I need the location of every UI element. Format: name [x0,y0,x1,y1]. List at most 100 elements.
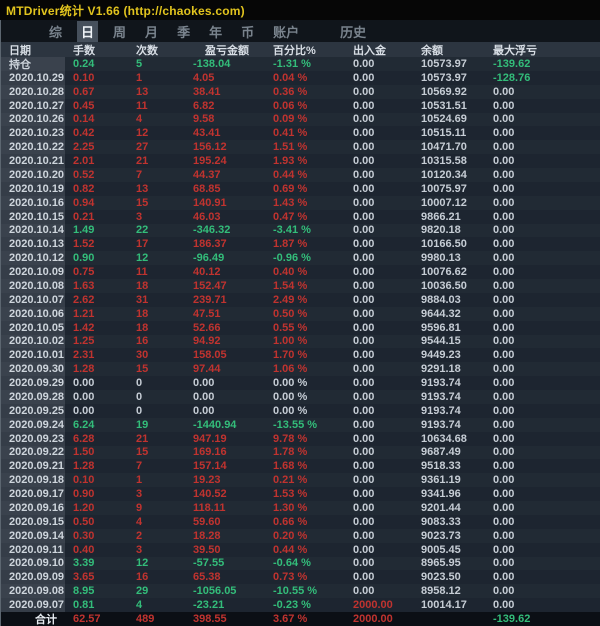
cell-balance: 9083.33 [421,515,461,528]
cell-trades: 12 [136,252,149,265]
table-row[interactable]: 2020.09.17 0.90 3 140.52 1.53 % 0.00 9341.96 0.… [1,487,600,501]
tab-nian[interactable]: 年 [205,21,226,42]
tab-zhou[interactable]: 周 [109,21,130,42]
table-row[interactable]: 2020.10.20 0.52 7 44.37 0.44 % 0.00 10120.34 0.… [1,168,600,182]
cell-cash: 0.00 [353,224,375,237]
tab-bi[interactable]: 币 [237,21,258,42]
table-row[interactable]: 2020.10.29 0.10 1 4.05 0.04 % 0.00 10573.97 -12… [1,70,600,85]
cell-trades: 19 [136,418,149,431]
cell-cash: 0.00 [353,307,375,320]
cell-pct: 2.49 % [273,293,308,306]
cell-trades: 3 [136,543,143,556]
table-row[interactable]: 持仓 0.24 5 -138.04 -1.31 % 0.00 10573.97 -139.62 [1,57,600,71]
cell-pnl: 398.55 [193,612,227,625]
table-row[interactable]: 2020.09.07 0.81 4 -23.21 -0.23 % 2000.00 10014… [1,598,600,612]
tab-lishi[interactable]: 历史 [336,21,370,42]
cell-date: 2020.09.09 [1,570,65,585]
cell-balance: 10569.92 [421,85,467,98]
table-row[interactable]: 2020.10.16 0.94 15 140.91 1.43 % 0.00 10007.12… [1,195,600,210]
column-header-6: 余额 [421,44,443,57]
table-row[interactable]: 2020.09.10 3.39 12 -57.55 -0.64 % 0.00 8965.95… [1,556,600,571]
cell-pnl: 40.12 [193,266,221,279]
tab-zong[interactable]: 综 [45,21,66,42]
table-row[interactable]: 2020.09.14 0.30 2 18.28 0.20 % 0.00 9023.73 0.0… [1,528,600,543]
cell-balance: 10573.97 [421,57,467,70]
table-row[interactable]: 2020.10.09 0.75 11 40.12 0.40 % 0.00 10076.62 0… [1,265,600,279]
tab-bar: 综日周月季年币账户 历史 [0,20,600,42]
table-row[interactable]: 2020.09.21 1.28 7 157.14 1.68 % 0.00 9518.33 0.… [1,459,600,474]
cell-lots: 2.25 [73,141,95,154]
table-row[interactable]: 2020.09.28 0.00 0 0.00 0.00 % 0.00 9193.74 0.00 [1,390,600,404]
cell-trades: 17 [136,238,149,251]
table-row[interactable]: 2020.10.28 0.67 13 38.41 0.36 % 0.00 10569.92 0… [1,84,600,99]
table-row[interactable]: 2020.10.14 1.49 22 -346.32 -3.41 % 0.00 9820.1… [1,223,600,238]
cell-balance: 10515.11 [421,127,467,140]
table-row[interactable]: 2020.10.08 1.63 18 152.47 1.54 % 0.00 10036.50… [1,279,600,293]
table-row[interactable]: 2020.10.26 0.14 4 9.58 0.09 % 0.00 10524.69 0.0… [1,112,600,127]
table-row[interactable]: 2020.09.24 6.24 19 -1440.94 -13.55 % 0.00 9193… [1,417,600,432]
cell-pnl: 152.47 [193,279,227,292]
column-header-2: 次数 [136,44,158,57]
column-header-1: 手数 [73,44,95,57]
cell-pct: 0.00 % [273,404,308,417]
cell-pct: 0.50 % [273,307,308,320]
table-row[interactable]: 2020.10.21 2.01 21 195.24 1.93 % 0.00 10315.58… [1,154,600,168]
table-row[interactable]: 2020.10.13 1.52 17 186.37 1.87 % 0.00 10166.50… [1,237,600,252]
cell-lots: 1.28 [73,363,95,376]
cell-pnl: 118.11 [193,501,226,514]
tab-yue[interactable]: 月 [141,21,162,42]
tab-zhanghu[interactable]: 账户 [269,21,303,42]
cell-balance: 10007.12 [421,196,467,209]
cell-lots: 1.20 [73,501,95,514]
cell-maxdd: 0.00 [493,404,515,417]
table-row[interactable]: 2020.10.15 0.21 3 46.03 0.47 % 0.00 9866.21 0.0… [1,209,600,224]
table-row[interactable]: 2020.09.11 0.40 3 39.50 0.44 % 0.00 9005.45 0.0… [1,542,600,557]
cell-pnl: -57.55 [193,557,225,570]
table-row[interactable]: 2020.10.23 0.42 12 43.41 0.41 % 0.00 10515.11 0… [1,126,600,141]
table-row[interactable]: 2020.10.19 0.82 13 68.85 0.69 % 0.00 10075.97 0… [1,181,600,196]
table-row[interactable]: 2020.10.02 1.25 16 94.92 1.00 % 0.00 9544.15 0.… [1,334,600,349]
table-row[interactable]: 2020.10.06 1.21 18 47.51 0.50 % 0.00 9644.32 0.… [1,306,600,321]
cell-trades: 2 [136,529,143,542]
cell-balance: 9980.13 [421,252,461,265]
cell-balance: 9361.19 [421,474,461,487]
cell-maxdd: 0.00 [493,141,515,154]
table-row[interactable]: 2020.09.23 6.28 21 947.19 9.78 % 0.00 10634.68… [1,431,600,446]
cell-trades: 1 [136,474,143,487]
cell-cash: 0.00 [353,182,375,195]
cell-cash: 0.00 [353,432,375,445]
cell-pnl: -23.21 [193,599,225,612]
tab-ri[interactable]: 日 [77,20,99,42]
table-row[interactable]: 2020.09.30 1.28 15 97.44 1.06 % 0.00 9291.18 0.… [1,362,600,377]
table-row[interactable]: 2020.10.07 2.62 31 239.71 2.49 % 0.00 9884.03 0… [1,292,600,307]
cell-date: 2020.10.20 [1,168,65,182]
table-row[interactable]: 2020.09.16 1.20 9 118.11 1.30 % 0.00 9201.44 0.… [1,501,600,515]
cell-pnl: 6.82 [193,99,215,112]
cell-maxdd: 0.00 [493,432,515,445]
cell-date: 2020.09.28 [1,390,65,404]
cell-pnl: 0.00 [193,404,215,417]
table-row[interactable]: 2020.09.18 0.10 1 19.23 0.21 % 0.00 9361.19 0.0… [1,473,600,488]
table-row[interactable]: 2020.10.01 2.31 30 158.05 1.70 % 0.00 9449.23 0… [1,348,600,363]
table-row[interactable]: 2020.10.12 0.90 12 -96.49 -0.96 % 0.00 9980.13… [1,251,600,266]
table-row[interactable]: 2020.09.29 0.00 0 0.00 0.00 % 0.00 9193.74 0.00 [1,376,600,390]
cell-date: 2020.10.09 [1,265,65,279]
table-row[interactable]: 2020.10.22 2.25 27 156.12 1.51 % 0.00 10471.70… [1,140,600,155]
cell-maxdd: 0.00 [493,363,515,376]
cell-pnl: 97.44 [193,363,221,376]
table-row[interactable]: 2020.10.05 1.42 18 52.66 0.55 % 0.00 9596.81 0.… [1,320,600,335]
table-row[interactable]: 2020.09.25 0.00 0 0.00 0.00 % 0.00 9193.74 0.00 [1,403,600,418]
cell-cash: 0.00 [353,196,375,209]
table-row[interactable]: 2020.10.27 0.45 11 6.82 0.06 % 0.00 10531.51 0.… [1,98,600,113]
tab-ji[interactable]: 季 [173,21,194,42]
cell-lots: 0.24 [73,57,95,70]
table-row[interactable]: 2020.09.09 3.65 16 65.38 0.73 % 0.00 9023.50 0.… [1,570,600,585]
cell-balance: 10524.69 [421,113,467,126]
table-row[interactable]: 2020.09.22 1.50 15 169.16 1.78 % 0.00 9687.49 0… [1,445,600,460]
total-row[interactable]: 合计 62.57 489 398.55 3.67 % 2000.00 -139.62 [1,612,600,626]
cell-trades: 5 [136,57,143,70]
cell-date: 2020.10.08 [1,279,65,293]
table-row[interactable]: 2020.09.15 0.50 4 59.60 0.66 % 0.00 9083.33 0.0… [1,514,600,529]
cell-lots: 6.24 [73,418,95,431]
table-row[interactable]: 2020.09.08 8.95 29 -1056.05 -10.55 % 0.00 8958… [1,584,600,599]
